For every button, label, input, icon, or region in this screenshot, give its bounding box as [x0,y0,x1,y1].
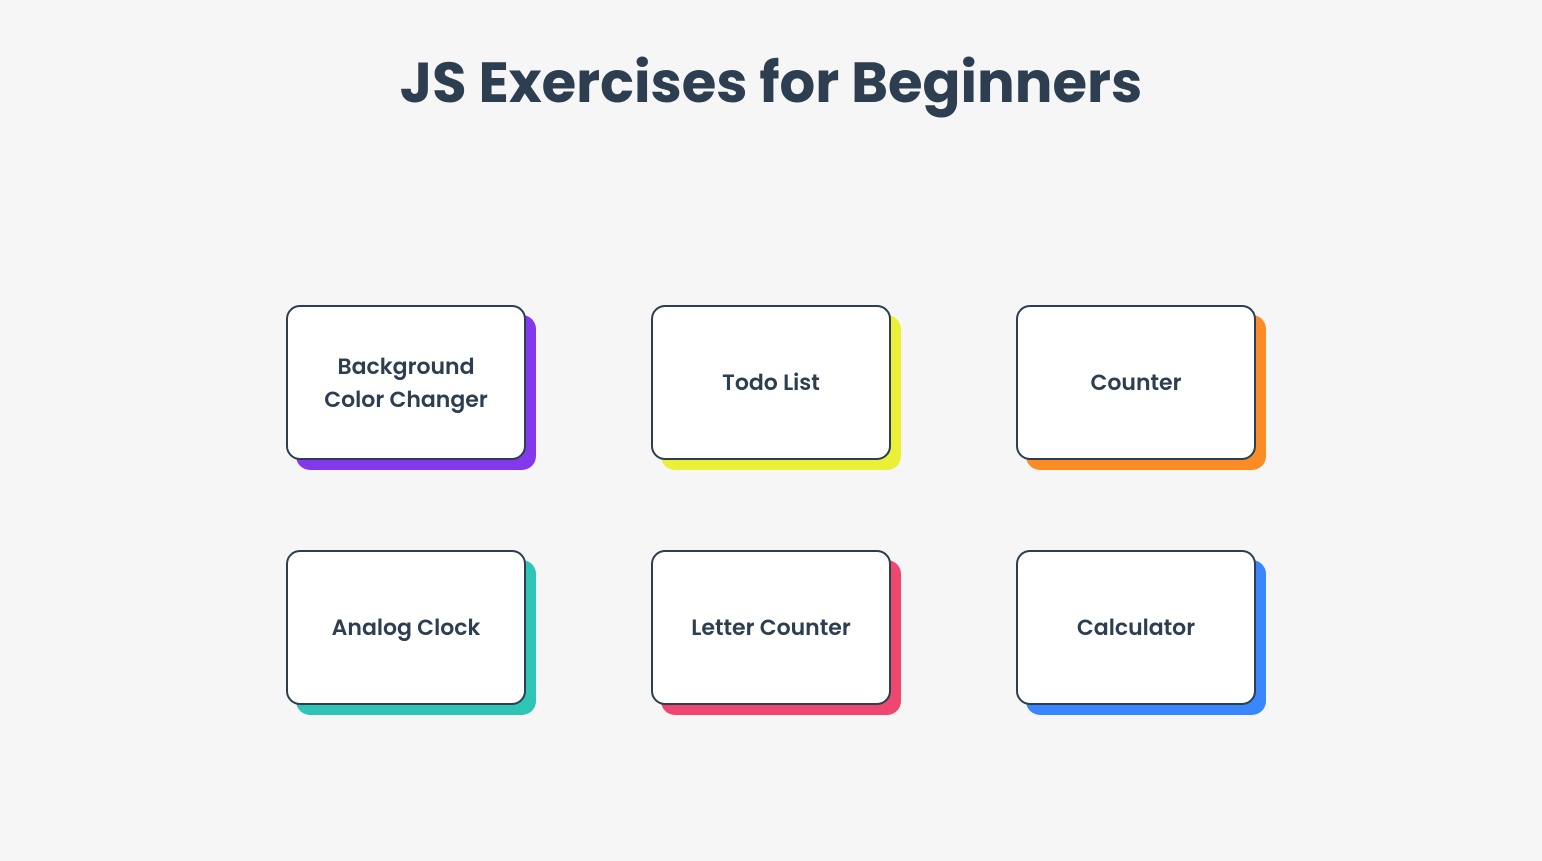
card-title: Todo List [722,366,820,399]
card-analog-clock[interactable]: Analog Clock [286,550,526,705]
card-title: Letter Counter [691,611,850,644]
card-letter-counter[interactable]: Letter Counter [651,550,891,705]
card-front: Calculator [1016,550,1256,705]
card-title: Background Color Changer [312,350,500,416]
card-title: Calculator [1077,611,1195,644]
card-front: Counter [1016,305,1256,460]
card-front: Background Color Changer [286,305,526,460]
card-title: Counter [1090,366,1181,399]
card-background-color-changer[interactable]: Background Color Changer [286,305,526,460]
card-front: Analog Clock [286,550,526,705]
page-title: JS Exercises for Beginners [400,40,1142,125]
cards-grid: Background Color Changer Todo List Count… [286,305,1256,705]
card-front: Letter Counter [651,550,891,705]
card-calculator[interactable]: Calculator [1016,550,1256,705]
card-front: Todo List [651,305,891,460]
card-counter[interactable]: Counter [1016,305,1256,460]
card-title: Analog Clock [332,611,481,644]
card-todo-list[interactable]: Todo List [651,305,891,460]
